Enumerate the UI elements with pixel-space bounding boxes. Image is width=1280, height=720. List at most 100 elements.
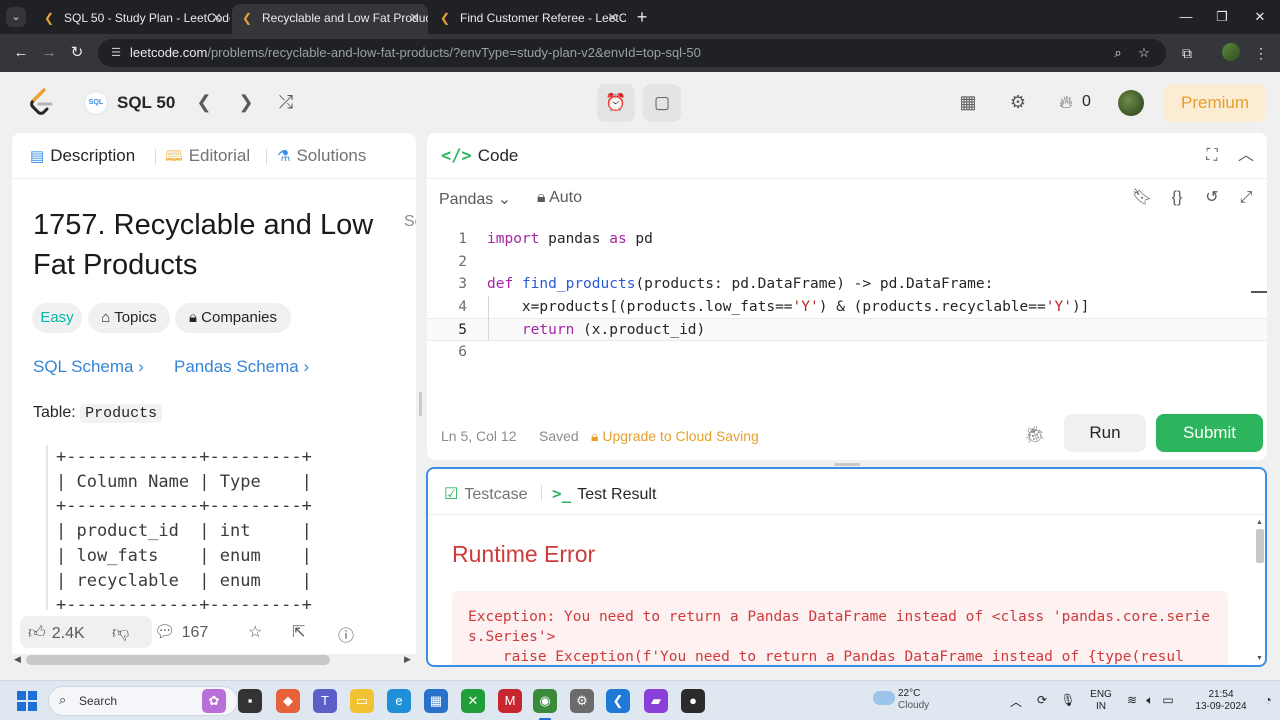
code-line[interactable]: 6 [427, 341, 1267, 364]
help-icon[interactable]: ⓘ [338, 622, 354, 646]
input-language[interactable]: ENG IN [1088, 689, 1114, 713]
xbox-icon[interactable]: ✕ [461, 689, 485, 713]
browser-profile-avatar[interactable] [1222, 43, 1240, 61]
clock[interactable]: 21:54 13-09-2024 [1186, 689, 1256, 713]
sync-icon[interactable]: ⟳ [1034, 693, 1050, 707]
browser-tab-recyclable[interactable]: ❮ Recyclable and Low Fat Product ✕ [232, 4, 428, 34]
problem-title[interactable]: 1757. Recyclable and Low Fat Products [33, 205, 403, 285]
chrome-icon[interactable]: ◉ [533, 689, 557, 720]
layout-grid-icon[interactable]: ▦ [956, 90, 980, 114]
teams-icon[interactable]: T [313, 689, 337, 713]
tab-close-icon[interactable]: ✕ [211, 4, 222, 32]
auto-mode-toggle[interactable]: 🔒︎ Auto [537, 189, 582, 207]
task-view-icon[interactable]: ▪ [238, 689, 262, 713]
address-bar[interactable]: ☰ leetcode.com/problems/recyclable-and-l… [98, 39, 1166, 67]
fullscreen-icon[interactable]: ⛶ [1201, 145, 1223, 167]
copilot-icon[interactable]: ◆ [276, 689, 300, 713]
window-close-icon[interactable]: ✕ [1250, 6, 1270, 28]
user-avatar[interactable] [1118, 90, 1144, 116]
microphone-icon[interactable]: 🎙︎ [1060, 693, 1076, 707]
study-plan-title[interactable]: SQL 50 [117, 93, 175, 113]
prev-problem-chevron-icon[interactable]: ❮ [192, 90, 216, 114]
edge-browser-icon[interactable]: e [387, 689, 411, 713]
forward-arrow-icon[interactable]: → [38, 42, 60, 64]
language-dropdown[interactable]: Pandas ⌄ [439, 189, 511, 209]
code-editor[interactable]: 1 import pandas as pd 2 3 def find_products(… [427, 228, 1267, 408]
tab-solutions[interactable]: ⚗ Solutions [277, 146, 366, 166]
bookmark-star-icon[interactable]: ☆ [1136, 45, 1152, 61]
debug-bug-icon[interactable]: 🐞︎ [1024, 425, 1046, 445]
upgrade-cloud-saving-link[interactable]: 🔒︎ Upgrade to Cloud Saving [591, 428, 759, 445]
settings-gear-icon[interactable]: ⚙ [1006, 90, 1030, 114]
horizontal-panel-resizer[interactable] [834, 463, 860, 466]
reload-icon[interactable]: ↻ [66, 42, 88, 64]
back-arrow-icon[interactable]: ← [10, 42, 32, 64]
tray-chevron-up-icon[interactable]: ︿ [1008, 693, 1024, 710]
browser-tab-customer-referee[interactable]: ❮ Find Customer Referee - LeetCo ✕ [430, 4, 626, 34]
vertical-scrollbar[interactable] [1256, 529, 1264, 563]
tab-testcase[interactable]: ☑ Testcase [444, 484, 527, 504]
tab-test-result[interactable]: >_ Test Result [552, 484, 656, 504]
minimize-icon[interactable]: — [1176, 6, 1196, 28]
browser-menu-icon[interactable]: ⋮ [1250, 42, 1272, 64]
timer-alarm-icon[interactable]: ⏰ [597, 84, 635, 122]
store-icon[interactable]: ▦ [424, 689, 448, 713]
volume-icon[interactable]: 🔈︎ [1142, 693, 1158, 708]
battery-icon[interactable]: ▭ [1160, 693, 1176, 707]
submit-button[interactable]: Submit [1156, 414, 1263, 452]
extensions-icon[interactable]: ⧉ [1176, 42, 1198, 64]
expand-icon[interactable]: ⤢ [1235, 187, 1257, 209]
obs-icon[interactable]: ● [681, 689, 705, 713]
dislike-button[interactable]: 👎︎ [112, 622, 135, 643]
sql-schema-link[interactable]: SQL Schema › [33, 357, 144, 377]
reset-undo-icon[interactable]: ↺ [1201, 187, 1223, 209]
next-problem-chevron-icon[interactable]: ❯ [234, 90, 258, 114]
scroll-up-arrow-icon[interactable]: ▲ [1256, 519, 1263, 526]
companies-chip[interactable]: 🔒︎ Companies [175, 303, 291, 333]
share-icon[interactable]: ⇱ [292, 622, 305, 642]
code-line[interactable]: 5 return (x.product_id) [427, 318, 1267, 341]
leetcode-logo-icon[interactable] [28, 88, 54, 116]
tab-close-icon[interactable]: ✕ [607, 4, 618, 32]
favorite-star-icon[interactable]: ☆ [248, 622, 262, 642]
pandas-schema-link[interactable]: Pandas Schema › [174, 357, 309, 377]
windows-start-icon[interactable] [17, 691, 37, 711]
horizontal-scrollbar[interactable] [26, 655, 330, 665]
browser-tab-study-plan[interactable]: ❮ SQL 50 - Study Plan - LeetCode ✕ [34, 4, 230, 34]
weather-widget[interactable]: 22°C Cloudy [898, 688, 929, 712]
zoom-search-icon[interactable]: ⌕ [1110, 45, 1126, 61]
tab-close-icon[interactable]: ✕ [409, 4, 420, 32]
run-button[interactable]: Run [1064, 414, 1146, 452]
scroll-left-arrow-icon[interactable]: ◀ [14, 654, 21, 665]
scroll-right-arrow-icon[interactable]: ▶ [404, 654, 411, 665]
tab-search-chevron-icon[interactable]: ⌄ [6, 7, 26, 27]
premium-button[interactable]: Premium [1164, 84, 1266, 122]
notification-icon[interactable]: ◔ [1260, 693, 1276, 707]
scroll-down-arrow-icon[interactable]: ▼ [1256, 655, 1263, 662]
format-braces-icon[interactable]: {} [1166, 187, 1188, 209]
comments-button[interactable]: 💬︎ 167 [154, 622, 208, 642]
vertical-panel-resizer[interactable] [419, 392, 422, 416]
tab-description[interactable]: ▤ Description [30, 146, 135, 166]
widget-app-icon[interactable]: ✿ [202, 689, 226, 713]
code-line[interactable]: 2 [427, 251, 1267, 274]
notes-icon[interactable]: ▢ [643, 84, 681, 122]
new-tab-plus-icon[interactable]: + [632, 6, 652, 28]
collapse-chevron-up-icon[interactable]: ︿ [1235, 145, 1257, 167]
site-info-icon[interactable]: ☰ [108, 45, 124, 61]
streak-fire-icon[interactable]: 🔥︎ [1054, 90, 1078, 114]
file-explorer-icon[interactable]: ▭ [350, 689, 374, 713]
topics-chip[interactable]: ⌂ Topics [88, 303, 170, 333]
restore-icon[interactable]: ❐ [1212, 6, 1232, 28]
shuffle-icon[interactable]: ⤮ [274, 90, 298, 114]
app-icon[interactable]: ▰ [644, 689, 668, 713]
wifi-icon[interactable]: ≋ [1124, 693, 1140, 707]
code-line[interactable]: 3 def find_products(products: pd.DataFram… [427, 273, 1267, 296]
mcafee-icon[interactable]: M [498, 689, 522, 713]
code-line[interactable]: 4 x=products[(products.low_fats=='Y') & … [427, 296, 1267, 319]
bookmark-icon[interactable]: 🔖︎ [1131, 187, 1153, 209]
like-button[interactable]: 👍︎ 2.4K [28, 622, 85, 643]
settings-app-icon[interactable]: ⚙ [570, 689, 594, 713]
vscode-icon[interactable]: ❮ [606, 689, 630, 713]
tab-editorial[interactable]: 🕮︎ Editorial [165, 146, 250, 171]
